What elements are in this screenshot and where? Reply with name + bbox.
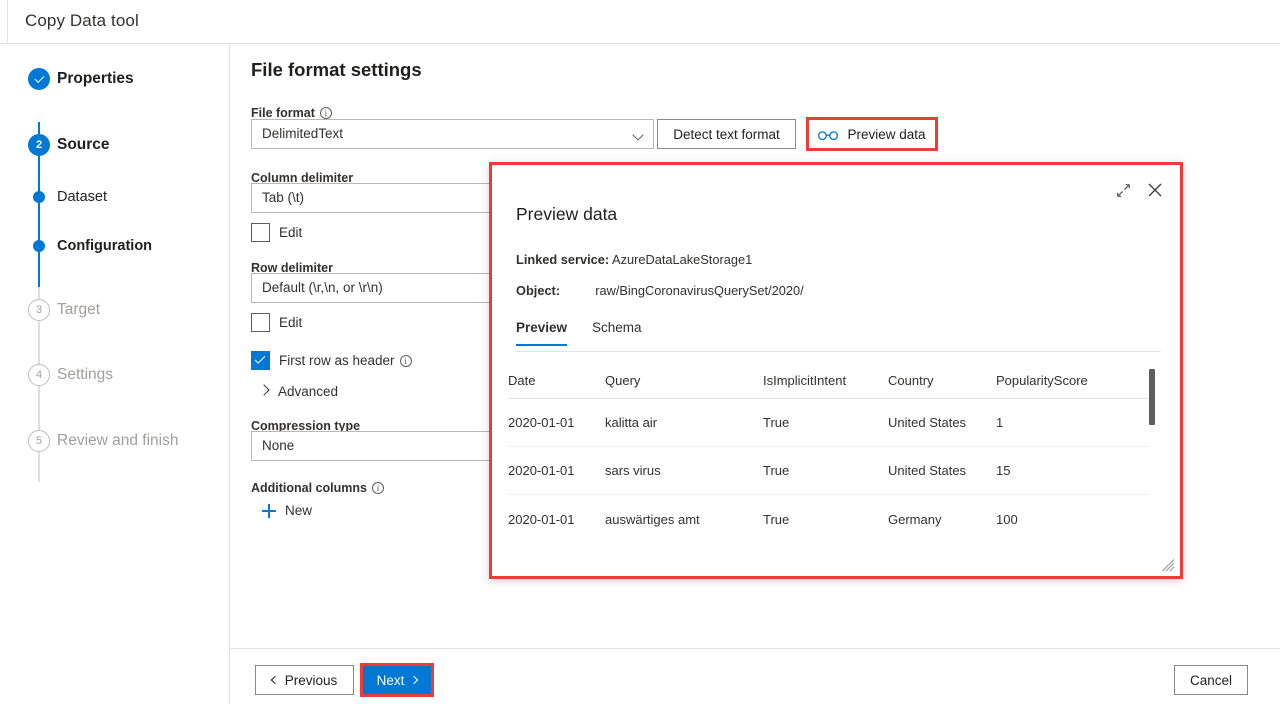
- object-row: Object: raw/BingCoronavirusQuerySet/2020…: [516, 283, 804, 298]
- linked-service-value: AzureDataLakeStorage1: [612, 252, 753, 267]
- table-vertical-scrollbar[interactable]: [1149, 369, 1155, 549]
- step-number-badge: 3: [28, 299, 50, 321]
- preview-data-dialog-body: Preview data Linked service: AzureDataLa…: [492, 165, 1180, 576]
- close-dialog-button[interactable]: [1142, 177, 1168, 203]
- checkbox-label: Edit: [279, 315, 303, 330]
- sidebar-item-source[interactable]: 2 Source: [7, 131, 230, 161]
- table-row[interactable]: 2020-01-01 sars virus True United States…: [508, 447, 1153, 495]
- sidebar-item-review-and-finish[interactable]: 5 Review and finish: [7, 427, 230, 457]
- chevron-down-icon: [632, 129, 644, 141]
- tab-preview[interactable]: Preview: [516, 320, 568, 346]
- window-title: Copy Data tool: [25, 11, 139, 30]
- sidebar-item-label: Source: [57, 136, 110, 153]
- tab-schema[interactable]: Schema: [592, 320, 642, 344]
- column-header-date: Date: [508, 373, 536, 388]
- copy-data-tool-window: Copy Data tool Properties 2 Source Datas…: [0, 0, 1280, 704]
- cell-query: auswärtiges amt: [605, 511, 700, 527]
- sidebar-item-properties[interactable]: Properties: [7, 65, 230, 95]
- dialog-tabs-underline: [516, 351, 1161, 352]
- scrollbar-thumb[interactable]: [1149, 369, 1155, 425]
- step-check-icon: [28, 68, 50, 90]
- sidebar-item-label: Target: [57, 301, 101, 318]
- chevron-right-icon: [410, 675, 419, 685]
- advanced-label: Advanced: [278, 384, 339, 399]
- sidebar-item-label: Properties: [57, 70, 134, 87]
- step-dot-icon: [33, 191, 45, 203]
- info-icon[interactable]: i: [399, 355, 412, 367]
- add-new-column-label: New: [285, 503, 313, 518]
- wizard-stepper: Properties 2 Source Dataset Configuratio…: [7, 44, 230, 704]
- checkbox-box: [251, 223, 270, 242]
- cell-date: 2020-01-01: [508, 463, 575, 478]
- sidebar-item-configuration[interactable]: Configuration: [7, 232, 230, 262]
- preview-data-table: Date Query IsImplicitIntent Country Popu…: [508, 363, 1153, 543]
- chevron-right-icon: [258, 384, 270, 396]
- table-row[interactable]: 2020-01-01 kalitta air True United State…: [508, 399, 1153, 447]
- cell-isimplicitintent: True: [763, 463, 790, 478]
- resize-grip[interactable]: [1162, 559, 1175, 572]
- step-number-badge: 4: [28, 364, 50, 386]
- cell-isimplicitintent: True: [763, 415, 790, 430]
- glasses-icon: [818, 129, 839, 140]
- dialog-title: Preview data: [516, 204, 618, 224]
- cell-country: United States: [888, 463, 967, 478]
- additional-columns-label: Additional columns i: [251, 481, 384, 495]
- cancel-button[interactable]: Cancel: [1174, 665, 1248, 695]
- sidebar-item-label: Configuration: [57, 238, 153, 254]
- cell-popularityscore: 15: [996, 463, 1011, 478]
- detect-text-format-button[interactable]: Detect text format: [657, 119, 796, 149]
- info-icon[interactable]: i: [371, 482, 384, 494]
- column-header-country: Country: [888, 373, 934, 388]
- cell-query: sars virus: [605, 463, 661, 478]
- chevron-left-icon: [270, 675, 279, 685]
- checkbox-box: [251, 313, 270, 332]
- expand-dialog-button[interactable]: [1110, 177, 1136, 203]
- file-format-label: File format i: [251, 106, 332, 120]
- object-key: Object:: [516, 283, 561, 298]
- object-value: raw/BingCoronavirusQuerySet/2020/: [595, 283, 804, 298]
- sidebar-item-label: Settings: [57, 366, 114, 383]
- preview-data-dialog: Preview data Linked service: AzureDataLa…: [489, 162, 1183, 579]
- sidebar-item-label: Review and finish: [57, 432, 179, 449]
- sidebar-item-target[interactable]: 3 Target: [7, 296, 230, 326]
- file-format-select[interactable]: DelimitedText: [251, 119, 654, 149]
- linked-service-key: Linked service:: [516, 252, 610, 267]
- column-header-popularityscore: PopularityScore: [996, 373, 1088, 388]
- step-number-badge: 2: [28, 134, 50, 156]
- info-icon[interactable]: i: [319, 107, 332, 119]
- checkbox-box-checked: [251, 351, 270, 370]
- checkbox-label: First row as header i: [279, 351, 412, 370]
- sidebar-item-dataset[interactable]: Dataset: [7, 183, 230, 213]
- titlebar-left-rule: [7, 0, 8, 44]
- wizard-footer: Previous Next Cancel: [230, 648, 1280, 704]
- checkbox-label: Edit: [279, 225, 303, 240]
- column-header-query: Query: [605, 373, 641, 388]
- column-header-isimplicitintent: IsImplicitIntent: [763, 373, 847, 388]
- cell-country: United States: [888, 415, 967, 430]
- page-title: File format settings: [251, 59, 422, 80]
- cell-country: Germany: [888, 511, 942, 527]
- linked-service-row: Linked service: AzureDataLakeStorage1: [516, 252, 752, 267]
- window-titlebar: Copy Data tool: [0, 0, 1280, 44]
- previous-button[interactable]: Previous: [255, 665, 354, 695]
- cell-date: 2020-01-01: [508, 511, 575, 527]
- table-header-row: Date Query IsImplicitIntent Country Popu…: [508, 363, 1153, 399]
- preview-data-button[interactable]: Preview data: [808, 119, 936, 149]
- step-dot-icon: [33, 240, 45, 252]
- next-button[interactable]: Next: [362, 665, 432, 695]
- step-number-badge: 5: [28, 430, 50, 452]
- sidebar-item-settings[interactable]: 4 Settings: [7, 361, 230, 391]
- cell-query: kalitta air: [605, 415, 658, 430]
- cell-isimplicitintent: True: [763, 511, 790, 527]
- table-row[interactable]: 2020-01-01 auswärtiges amt True Germany …: [508, 495, 1153, 543]
- cell-date: 2020-01-01: [508, 415, 575, 430]
- sidebar-item-label: Dataset: [57, 189, 107, 205]
- cell-popularityscore: 100: [996, 511, 1018, 527]
- cell-popularityscore: 1: [996, 415, 1004, 430]
- plus-icon: [262, 504, 276, 518]
